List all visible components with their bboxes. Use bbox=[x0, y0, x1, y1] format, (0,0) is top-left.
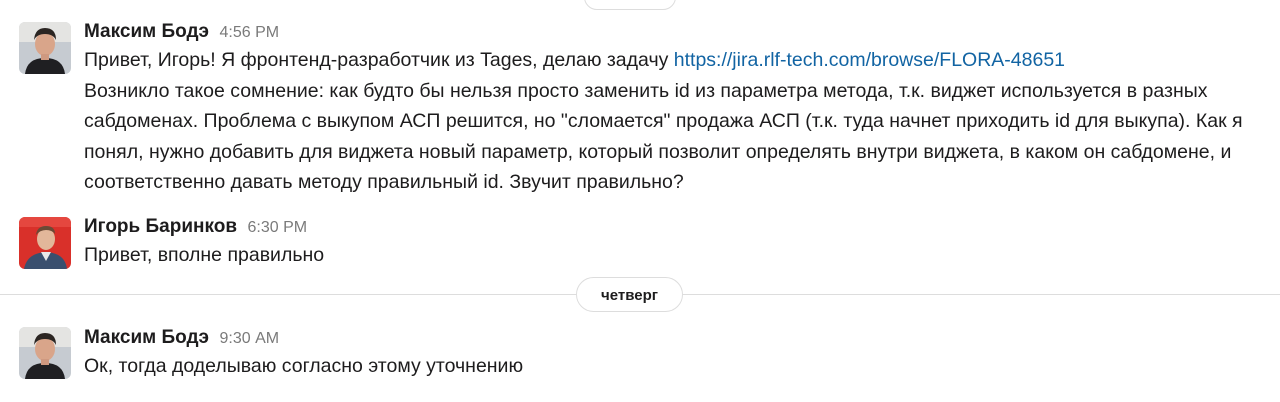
sender-name[interactable]: Игорь Баринков bbox=[84, 216, 237, 237]
message-text-body: Возникло такое сомнение: как будто бы не… bbox=[84, 79, 1243, 194]
sender-name[interactable]: Максим Бодэ bbox=[84, 21, 209, 42]
message-text-intro: Привет, Игорь! Я фронтенд-разработчик из… bbox=[84, 49, 674, 71]
timestamp[interactable]: 6:30 PM bbox=[247, 219, 307, 236]
jira-link[interactable]: https://jira.rlf-tech.com/browse/FLORA-4… bbox=[674, 49, 1065, 71]
sender-name[interactable]: Максим Бодэ bbox=[84, 327, 209, 348]
user-photo-icon bbox=[19, 327, 71, 379]
message-text: Привет, Игорь! Я фронтенд-разработчик из… bbox=[84, 45, 1264, 198]
day-divider-pill[interactable]: четверг bbox=[576, 277, 683, 312]
timestamp[interactable]: 9:30 AM bbox=[219, 330, 279, 347]
user-photo-icon bbox=[19, 217, 71, 269]
timestamp[interactable]: 4:56 PM bbox=[219, 24, 279, 41]
message-text: Ок, тогда доделываю согласно этому уточн… bbox=[84, 355, 524, 377]
previous-day-divider-pill[interactable] bbox=[584, 0, 676, 10]
avatar[interactable] bbox=[19, 327, 71, 379]
avatar[interactable] bbox=[19, 22, 71, 74]
message-text: Привет, вполне правильно bbox=[84, 244, 325, 266]
user-photo-icon bbox=[19, 22, 71, 74]
avatar[interactable] bbox=[19, 217, 71, 269]
